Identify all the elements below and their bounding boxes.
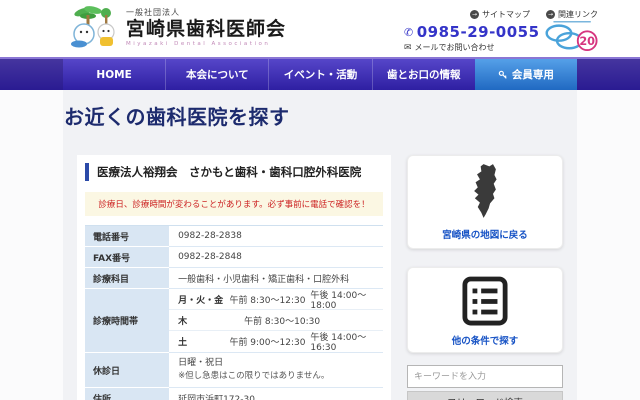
mascot-logo-icon [70,4,122,50]
row-value: 延岡市浜町172-30 [169,388,383,400]
hours-am: 午前 8:30～10:30 [244,314,348,327]
org-prefix: 一般社団法人 [126,7,286,18]
closed-days: 日曜・祝日 [178,357,374,370]
closed-note: ※但し急患はこの限りではありません。 [178,370,374,383]
nav-tab-oral-info[interactable]: 歯とお口の情報 [372,59,475,90]
nav-tab-label: 本会について [186,67,249,82]
table-row-departments: 診療科目 一般歯科・小児歯科・矯正歯科・口腔外科 [85,268,383,289]
other-conditions-link[interactable]: 他の条件で探す [408,333,562,347]
arrow-circle-icon: → [546,10,555,19]
arrow-circle-icon: → [470,10,479,19]
org-name: 宮崎県歯科医師会 [126,18,286,40]
site-logo[interactable]: 一般社団法人 宮崎県歯科医師会 Miyazaki Dental Associat… [70,4,286,50]
mail-icon: ✉ [404,43,412,53]
row-value: 0982-28-2838 [169,226,383,247]
nav-tab-label: 歯とお口の情報 [387,67,461,82]
row-label: 電話番号 [85,226,169,247]
hours-row: 月・火・金 午前 8:30～12:30 午後 14:00～18:00 [169,289,383,310]
table-row-fax: FAX番号 0982-28-2848 [85,247,383,268]
freeword-search-button[interactable]: フリーワード検索 [407,391,563,400]
mail-contact-link[interactable]: ✉ メールでお問い合わせ [404,42,540,53]
nav-tab-label: イベント・活動 [284,67,358,82]
related-links-label: 関連リンク [558,9,598,20]
clinic-detail-table: 電話番号 0982-28-2838 FAX番号 0982-28-2848 診療科… [85,225,383,400]
page: 一般社団法人 宮崎県歯科医師会 Miyazaki Dental Associat… [0,0,640,400]
org-text: 一般社団法人 宮崎県歯科医師会 Miyazaki Dental Associat… [126,7,286,47]
hours-row: 木 午前 8:30～10:30 [169,310,383,331]
row-value: 月・火・金 午前 8:30～12:30 午後 14:00～18:00 木 午前 … [169,289,383,353]
hours-days: 木 [178,314,244,327]
mail-contact-label: メールでお問い合わせ [415,42,495,53]
table-row-closed: 休診日 日曜・祝日 ※但し急患はこの限りではありません。 [85,353,383,388]
miyazaki-map-icon [466,162,504,220]
phone-link[interactable]: ✆ 0985-29-0055 [404,23,540,41]
nav-tab-home[interactable]: HOME [63,59,165,90]
row-label: 休診日 [85,353,169,388]
clinic-detail-card: 医療法人裕翔会 さかもと歯科・歯科口腔外科医院 診療日、診療時間が変わることがあ… [77,155,391,400]
hours-am: 午前 8:30～12:30 [229,293,310,306]
nav-tabs: HOME 本会について イベント・活動 歯とお口の情報 会員専用 [63,59,577,90]
header-utility-links: → サイトマップ → 関連リンク [470,9,598,20]
main-nav: HOME 本会について イベント・活動 歯とお口の情報 会員専用 [0,57,640,90]
hours-am: 午前 9:00～12:30 [229,335,310,348]
phone-icon: ✆ [404,26,414,39]
nav-tab-events[interactable]: イベント・活動 [268,59,371,90]
hours-days: 月・火・金 [178,293,229,306]
phone-number: 0985-29-0055 [417,23,540,41]
row-label: 診療科目 [85,268,169,289]
hours-pm: 午後 14:00～18:00 [310,288,374,311]
map-back-link[interactable]: 宮崎県の地図に戻る [408,227,562,241]
hours-days: 土 [178,335,229,348]
clinic-notice: 診療日、診療時間が変わることがあります。必ず事前に電話で確認を！ [85,192,383,216]
sidebar: 宮崎県の地図に戻る 他の条件で探す フリーワード検索 [407,155,563,400]
table-row-address: 住所 延岡市浜町172-30 [85,388,383,400]
badge-8020-icon: 20 [540,20,608,52]
hours-row: 土 午前 9:00～12:30 午後 14:00～16:30 [169,331,383,352]
related-links-link[interactable]: → 関連リンク [546,9,598,20]
keyword-input[interactable] [407,365,563,388]
conditions-list-icon [462,276,508,326]
row-value: 0982-28-2848 [169,247,383,268]
other-conditions-card[interactable]: 他の条件で探す [407,267,563,353]
nav-tab-label: HOME [96,69,131,81]
table-row-hours: 診療時間帯 月・火・金 午前 8:30～12:30 午後 14:00～18:00… [85,289,383,353]
key-icon [498,70,508,80]
page-title: お近くの歯科医院を探す [64,101,290,130]
row-value: 一般歯科・小児歯科・矯正歯科・口腔外科 [169,268,383,289]
hours-pm: 午後 14:00～16:30 [310,330,374,353]
map-back-card[interactable]: 宮崎県の地図に戻る [407,155,563,249]
row-label: 住所 [85,388,169,400]
site-header: 一般社団法人 宮崎県歯科医師会 Miyazaki Dental Associat… [0,0,640,57]
row-value: 日曜・祝日 ※但し急患はこの限りではありません。 [169,353,383,388]
clinic-name-heading: 医療法人裕翔会 さかもと歯科・歯科口腔外科医院 [85,163,383,181]
nav-tab-members[interactable]: 会員専用 [475,59,577,90]
svg-text:20: 20 [579,35,595,48]
nav-tab-about[interactable]: 本会について [165,59,268,90]
row-label: FAX番号 [85,247,169,268]
row-label: 診療時間帯 [85,289,169,353]
badge-8020: 20 [540,20,608,56]
sitemap-link-label: サイトマップ [482,9,530,20]
table-row-phone: 電話番号 0982-28-2838 [85,226,383,247]
org-name-en: Miyazaki Dental Association [126,41,286,47]
header-contact: ✆ 0985-29-0055 ✉ メールでお問い合わせ [404,23,540,53]
nav-tab-label: 会員専用 [512,67,554,82]
sitemap-link[interactable]: → サイトマップ [470,9,530,20]
